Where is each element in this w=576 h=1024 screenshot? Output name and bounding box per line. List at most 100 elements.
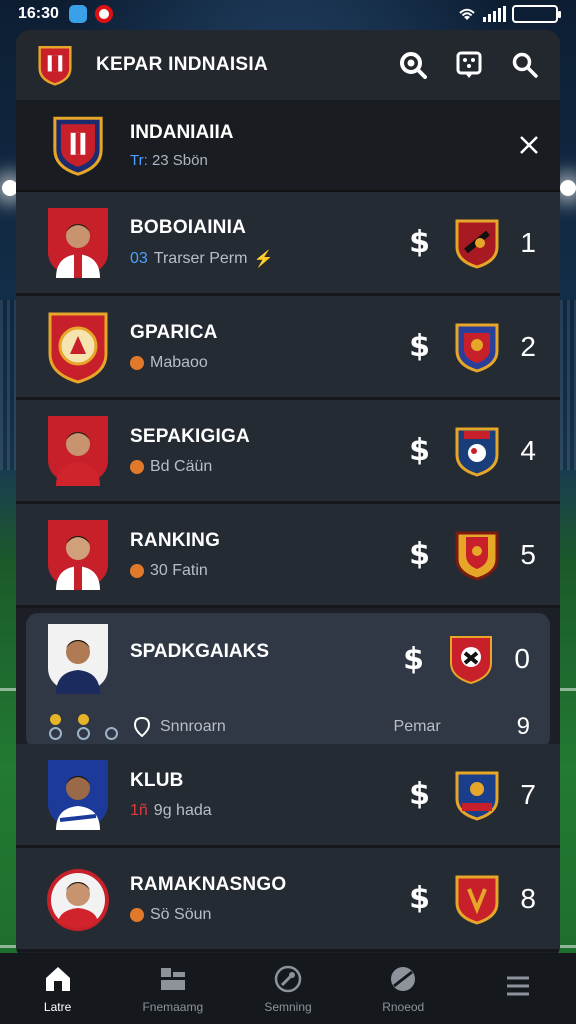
stat-badge-icon (74, 714, 92, 740)
home-icon (45, 966, 70, 991)
tab-label: Semning (264, 999, 312, 1014)
dollar-icon[interactable]: $ (409, 329, 430, 364)
player-sub-text: 9g hada (153, 801, 212, 819)
tab-label: Rnoeod (382, 999, 425, 1014)
battery-icon (512, 5, 561, 23)
dollar-icon[interactable]: $ (409, 537, 430, 572)
app-logo-icon (38, 46, 72, 86)
position-value: 9 (516, 713, 530, 740)
player-name: RANKING (130, 529, 221, 551)
dollar-icon[interactable]: $ (409, 881, 430, 916)
rank-number: 7 (520, 778, 536, 810)
tab-menu[interactable] (461, 953, 576, 1024)
wifi-icon (459, 8, 475, 20)
stat-badge-icon (102, 714, 120, 740)
app-title: KEPAR INDNAISIA (96, 54, 268, 75)
club-crest-icon (450, 636, 492, 685)
signal-icon (483, 6, 506, 22)
close-icon[interactable] (518, 134, 540, 156)
club-crest-icon (455, 219, 499, 269)
club-crest-icon (455, 875, 499, 925)
search-zoom-icon (400, 52, 427, 79)
status-bar: 16:30 (0, 0, 576, 28)
list-item[interactable]: SEPAKIGIGA Bd Cäün $ 4 (16, 400, 560, 504)
club-crest-icon (455, 771, 499, 821)
list-item[interactable]: KLUB 1ñ 9g hada $ 7 (16, 744, 560, 848)
rank-number: 8 (520, 882, 536, 914)
player-avatar (48, 415, 108, 486)
player-avatar (48, 519, 108, 590)
location-label: Snnroarn (160, 718, 226, 735)
scan-button[interactable] (454, 50, 484, 80)
player-name: GPARICA (130, 321, 218, 343)
player-sub-prefix: 03 (130, 249, 148, 267)
position-label: Pemar (393, 718, 441, 735)
tab-label: Fnemaamg (142, 999, 204, 1014)
notification-icon (68, 5, 87, 23)
search-icon (512, 52, 538, 78)
player-sub-text: Sö Söun (150, 905, 212, 923)
team-header[interactable]: INDANIAIIA Tr: 23 Sbön (16, 100, 560, 192)
player-sub-prefix: 1ñ (130, 801, 148, 819)
club-crest-icon (455, 323, 499, 373)
location-dot-icon (130, 563, 144, 578)
app-bar: KEPAR INDNAISIA (16, 30, 560, 100)
list-item[interactable]: BOBOIAINIA 03 Trarser Perm ⚡ $ 1 (16, 192, 560, 296)
scan-icon (456, 51, 482, 78)
player-avatar (47, 868, 109, 931)
rank-number: 2 (520, 330, 536, 362)
bolt-icon: ⚡ (253, 250, 274, 268)
search-ball-icon (274, 965, 302, 992)
list-item[interactable]: GPARICA Mabaoo $ 2 (16, 296, 560, 400)
list-item[interactable]: RAMAKNASNGO Sö Söun $ 8 (16, 848, 560, 952)
player-name: RAMAKNASNGO (130, 873, 287, 895)
player-sub-text: Bd Cäün (150, 457, 213, 475)
player-name: SPADKGAIAKS (130, 641, 269, 662)
dollar-icon[interactable]: $ (409, 225, 430, 260)
rank-number: 0 (514, 643, 530, 674)
team-sub-prefix: Tr: (130, 151, 148, 169)
dollar-icon[interactable]: $ (403, 642, 424, 677)
tab-label: Latre (43, 999, 72, 1014)
player-name: KLUB (130, 769, 184, 791)
player-sub-text: Trarser Perm (153, 249, 248, 267)
rank-number: 4 (520, 434, 536, 466)
player-avatar (48, 624, 108, 694)
rank-number: 1 (520, 226, 536, 258)
main-panel: KEPAR INDNAISIA INDANIAIIA Tr: 23 Sbön B… (16, 30, 560, 960)
player-name: SEPAKIGIGA (130, 425, 250, 447)
tab-home[interactable]: Latre (0, 953, 115, 1024)
stats-icon (160, 967, 185, 990)
team-sub-text: 23 Sbön (151, 151, 208, 169)
player-sub-text: Mabaoo (150, 353, 208, 371)
bottom-tab-bar: Latre Fnemaamg Semning Rnoeod (0, 953, 576, 1024)
club-crest-icon (455, 531, 499, 581)
location-pin-icon (134, 717, 150, 737)
ball-icon (391, 966, 416, 991)
dollar-icon[interactable]: $ (409, 433, 430, 468)
dollar-icon[interactable]: $ (409, 777, 430, 812)
search-button[interactable] (510, 50, 540, 80)
floodlight (560, 180, 576, 196)
team-crest-icon (53, 116, 103, 176)
player-avatar (48, 207, 108, 278)
tab-search[interactable]: Semning (230, 953, 345, 1024)
highlighted-list-item[interactable]: SPADKGAIAKS $ 0 Snnroarn Pemar 9 (26, 613, 550, 749)
club-logo (48, 312, 108, 384)
app-notification-icon (94, 5, 113, 23)
location-dot-icon (130, 355, 144, 370)
player-sub-text: 30 Fatin (150, 561, 208, 579)
search-user-button[interactable] (398, 50, 428, 80)
list-item[interactable]: RANKING 30 Fatin $ 5 (16, 504, 560, 608)
status-time: 16:30 (18, 5, 59, 22)
location-dot-icon (130, 907, 144, 922)
location-dot-icon (130, 459, 144, 474)
club-crest-icon (455, 427, 499, 477)
rank-number: 5 (520, 538, 536, 570)
tab-record[interactable]: Rnoeod (346, 953, 461, 1024)
tab-stats[interactable]: Fnemaamg (115, 953, 230, 1024)
team-name: INDANIAIIA (130, 121, 234, 143)
stat-badge-icon (46, 714, 64, 740)
player-name: BOBOIAINIA (130, 216, 246, 238)
menu-icon (507, 976, 530, 995)
